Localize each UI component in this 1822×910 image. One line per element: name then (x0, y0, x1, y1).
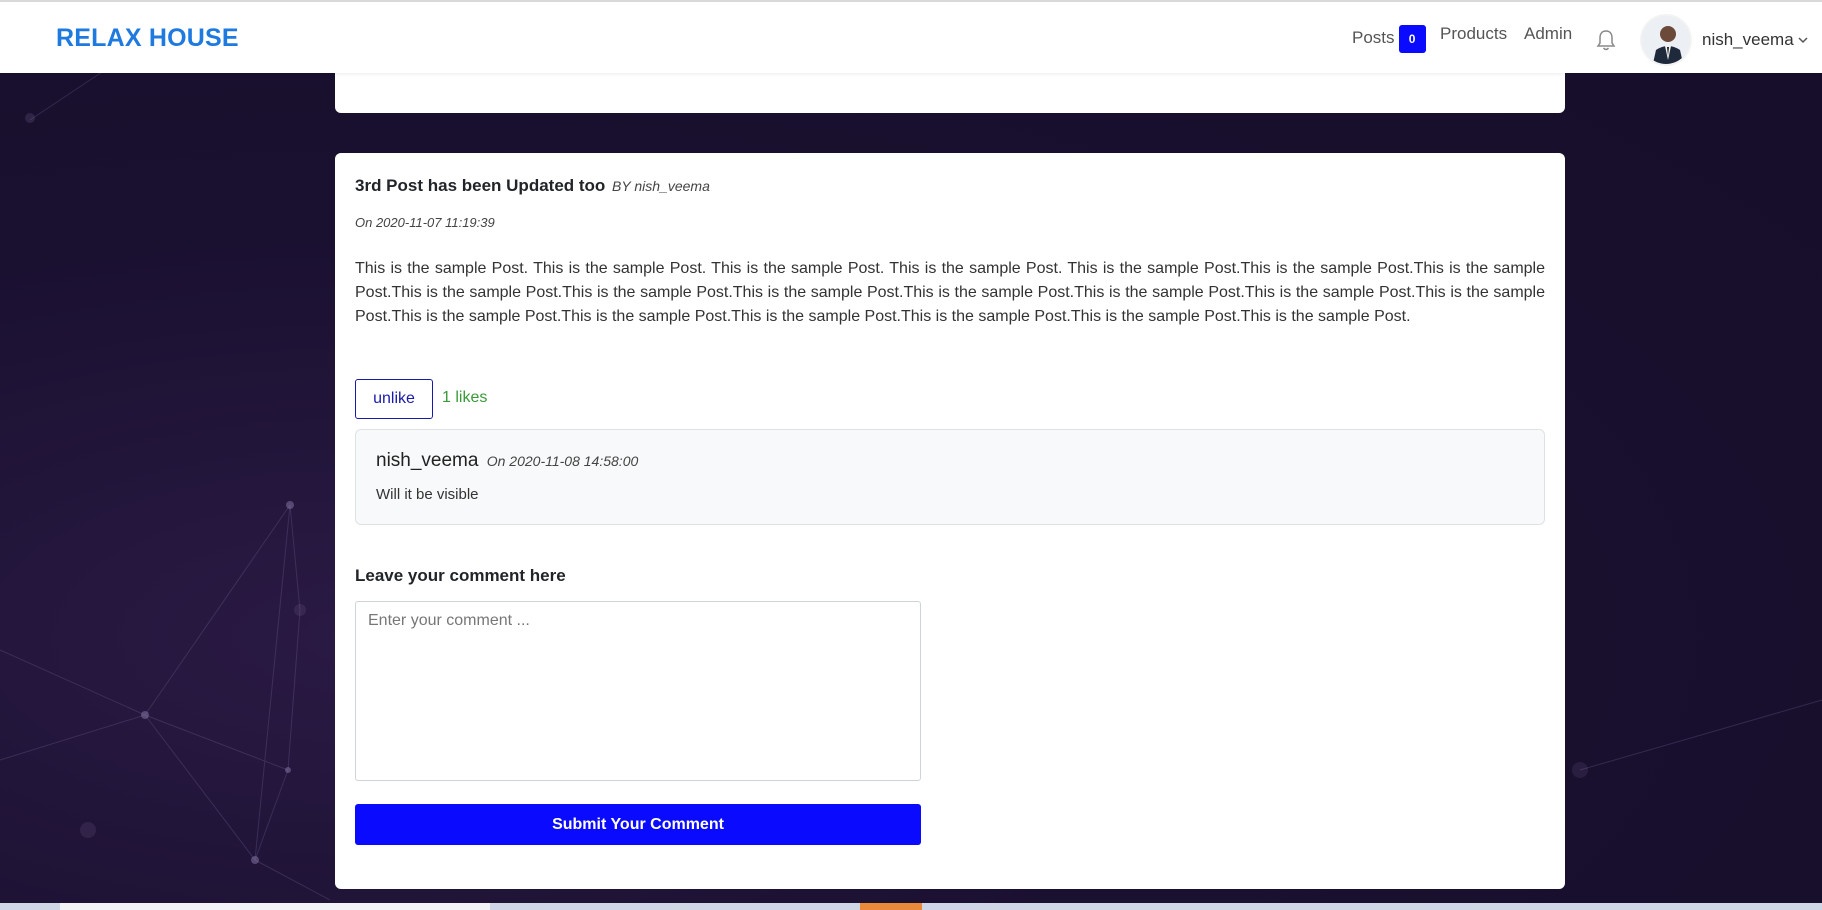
nav-posts-label[interactable]: Posts (1352, 28, 1395, 48)
nav-admin[interactable]: Admin (1524, 24, 1572, 44)
nav-posts[interactable]: Posts 0 (1352, 24, 1426, 53)
unlike-button[interactable]: unlike (355, 379, 433, 419)
comment-form-heading: Leave your comment here (355, 566, 566, 585)
post-author: BY nish_veema (612, 178, 710, 194)
post-title-line: 3rd Post has been Updated too BY nish_ve… (355, 176, 710, 196)
posts-count-badge: 0 (1398, 25, 1426, 53)
nav-products[interactable]: Products (1440, 24, 1507, 44)
comment-item: nish_veema On 2020-11-08 14:58:00 Will i… (355, 429, 1545, 525)
likes-count: 1 likes (442, 389, 488, 406)
top-navbar: RELAX HOUSE Posts 0 Products Admin nish_… (0, 0, 1822, 73)
post-body: This is the sample Post. This is the sam… (355, 260, 1545, 325)
post-title: 3rd Post has been Updated too (355, 176, 606, 195)
post-date: On 2020-11-07 11:19:39 (355, 215, 495, 230)
bell-icon[interactable] (1595, 28, 1617, 57)
comment-author: nish_veema (376, 450, 479, 471)
comment-input[interactable] (355, 601, 921, 781)
taskbar-segment (60, 903, 490, 910)
comment-text: Will it be visible (376, 486, 479, 503)
user-avatar[interactable] (1640, 14, 1692, 66)
brand-logo[interactable]: RELAX HOUSE (56, 24, 239, 53)
user-menu-name[interactable]: nish_veema (1702, 30, 1794, 50)
taskbar-strip (0, 903, 1822, 910)
post-card: 3rd Post has been Updated too BY nish_ve… (335, 153, 1565, 889)
comment-header: nish_veema On 2020-11-08 14:58:00 (376, 450, 638, 472)
taskbar-segment-accent (860, 903, 922, 910)
chevron-down-icon[interactable] (1797, 32, 1809, 50)
comment-date: On 2020-11-08 14:58:00 (486, 453, 639, 469)
submit-comment-button[interactable]: Submit Your Comment (355, 804, 921, 845)
